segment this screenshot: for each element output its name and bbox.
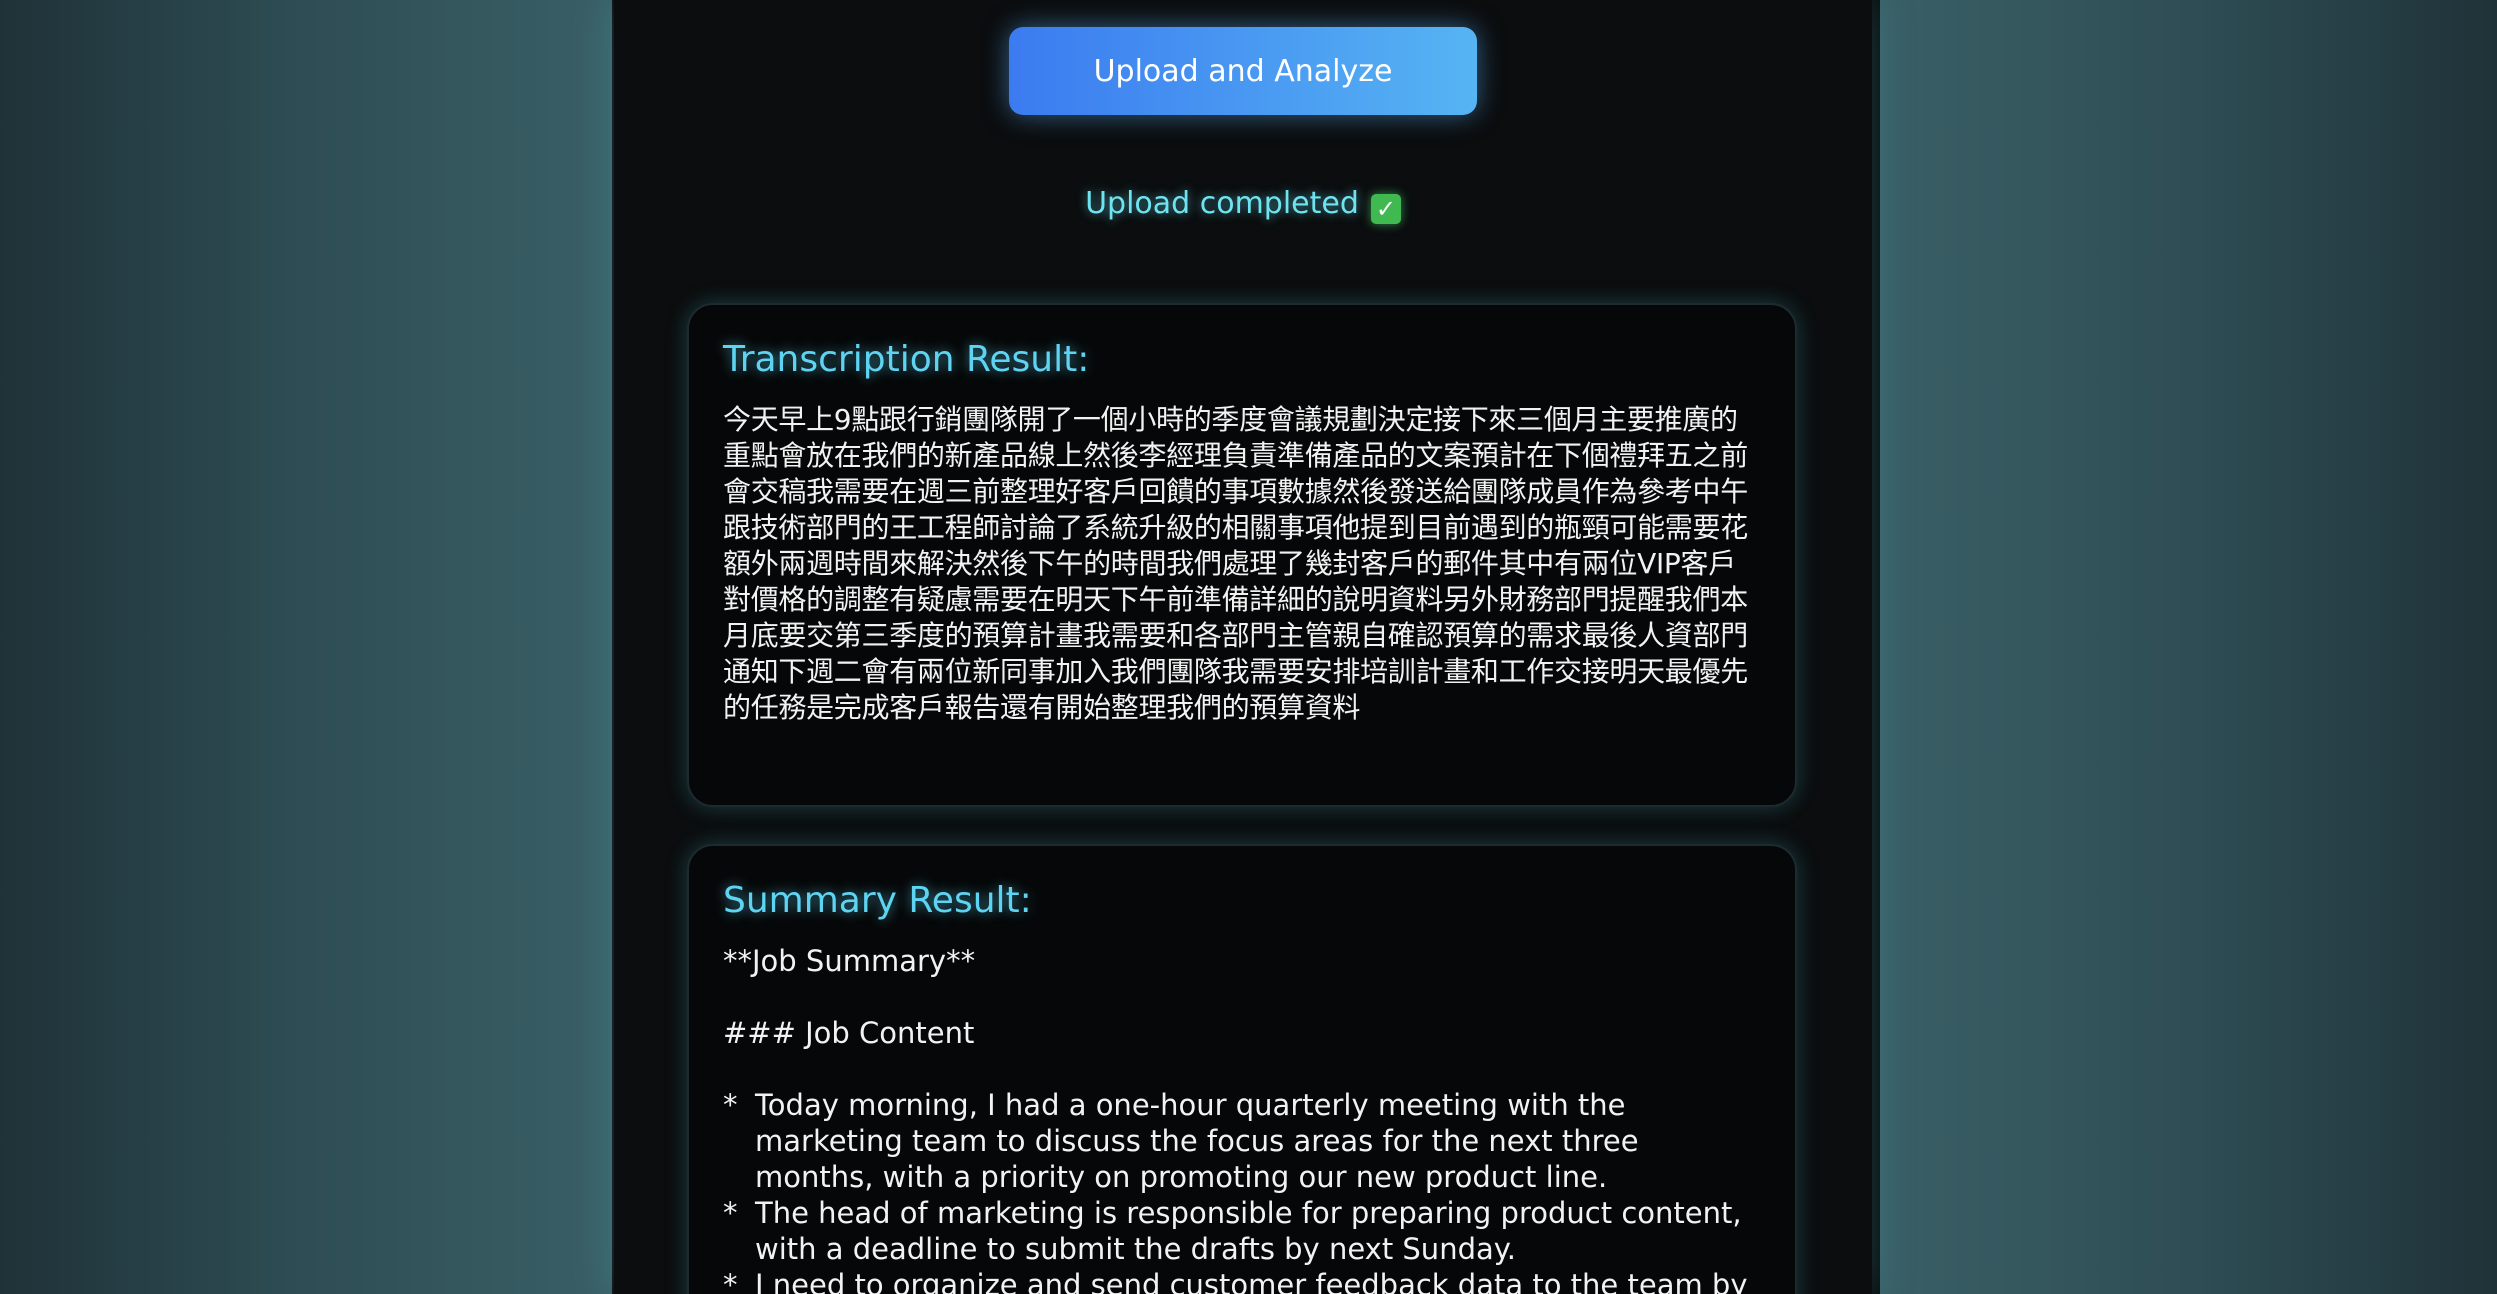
upload-status-text: Upload completed	[1085, 186, 1359, 221]
summary-card: Summary Result: **Job Summary** ### Job …	[687, 844, 1797, 1294]
summary-bullet-text: The head of marketing is responsible for…	[755, 1196, 1742, 1266]
summary-bullet: * The head of marketing is responsible f…	[723, 1195, 1761, 1267]
page-background: Upload and Analyze Upload completed ✓ Tra…	[0, 0, 2497, 1294]
bullet-marker: *	[723, 1196, 738, 1230]
upload-status: Upload completed ✓	[614, 186, 1872, 224]
summary-bullet-text: Today morning, I had a one-hour quarterl…	[755, 1088, 1639, 1194]
transcription-card: Transcription Result: 今天早上9點跟行銷團隊開了一個小時的…	[687, 303, 1797, 807]
bullet-marker: *	[723, 1268, 738, 1294]
summary-bullet: * I need to organize and send customer f…	[723, 1267, 1761, 1294]
transcription-text: 今天早上9點跟行銷團隊開了一個小時的季度會議規劃決定接下來三個月主要推廣的重點會…	[723, 403, 1748, 724]
summary-section-heading: ### Job Content	[723, 1016, 975, 1050]
summary-title: Summary Result:	[723, 880, 1032, 921]
upload-and-analyze-button[interactable]: Upload and Analyze	[1009, 27, 1477, 115]
bullet-marker: *	[723, 1088, 738, 1122]
transcription-title: Transcription Result:	[723, 339, 1090, 380]
summary-bullet: * Today morning, I had a one-hour quarte…	[723, 1087, 1761, 1195]
check-icon: ✓	[1370, 194, 1401, 224]
main-column: Upload and Analyze Upload completed ✓ Tra…	[614, 0, 1872, 1294]
summary-bullet-text: I need to organize and send customer fee…	[755, 1268, 1748, 1294]
summary-body: **Job Summary** ### Job Content * Today …	[723, 943, 1761, 1294]
summary-heading: **Job Summary**	[723, 944, 976, 978]
